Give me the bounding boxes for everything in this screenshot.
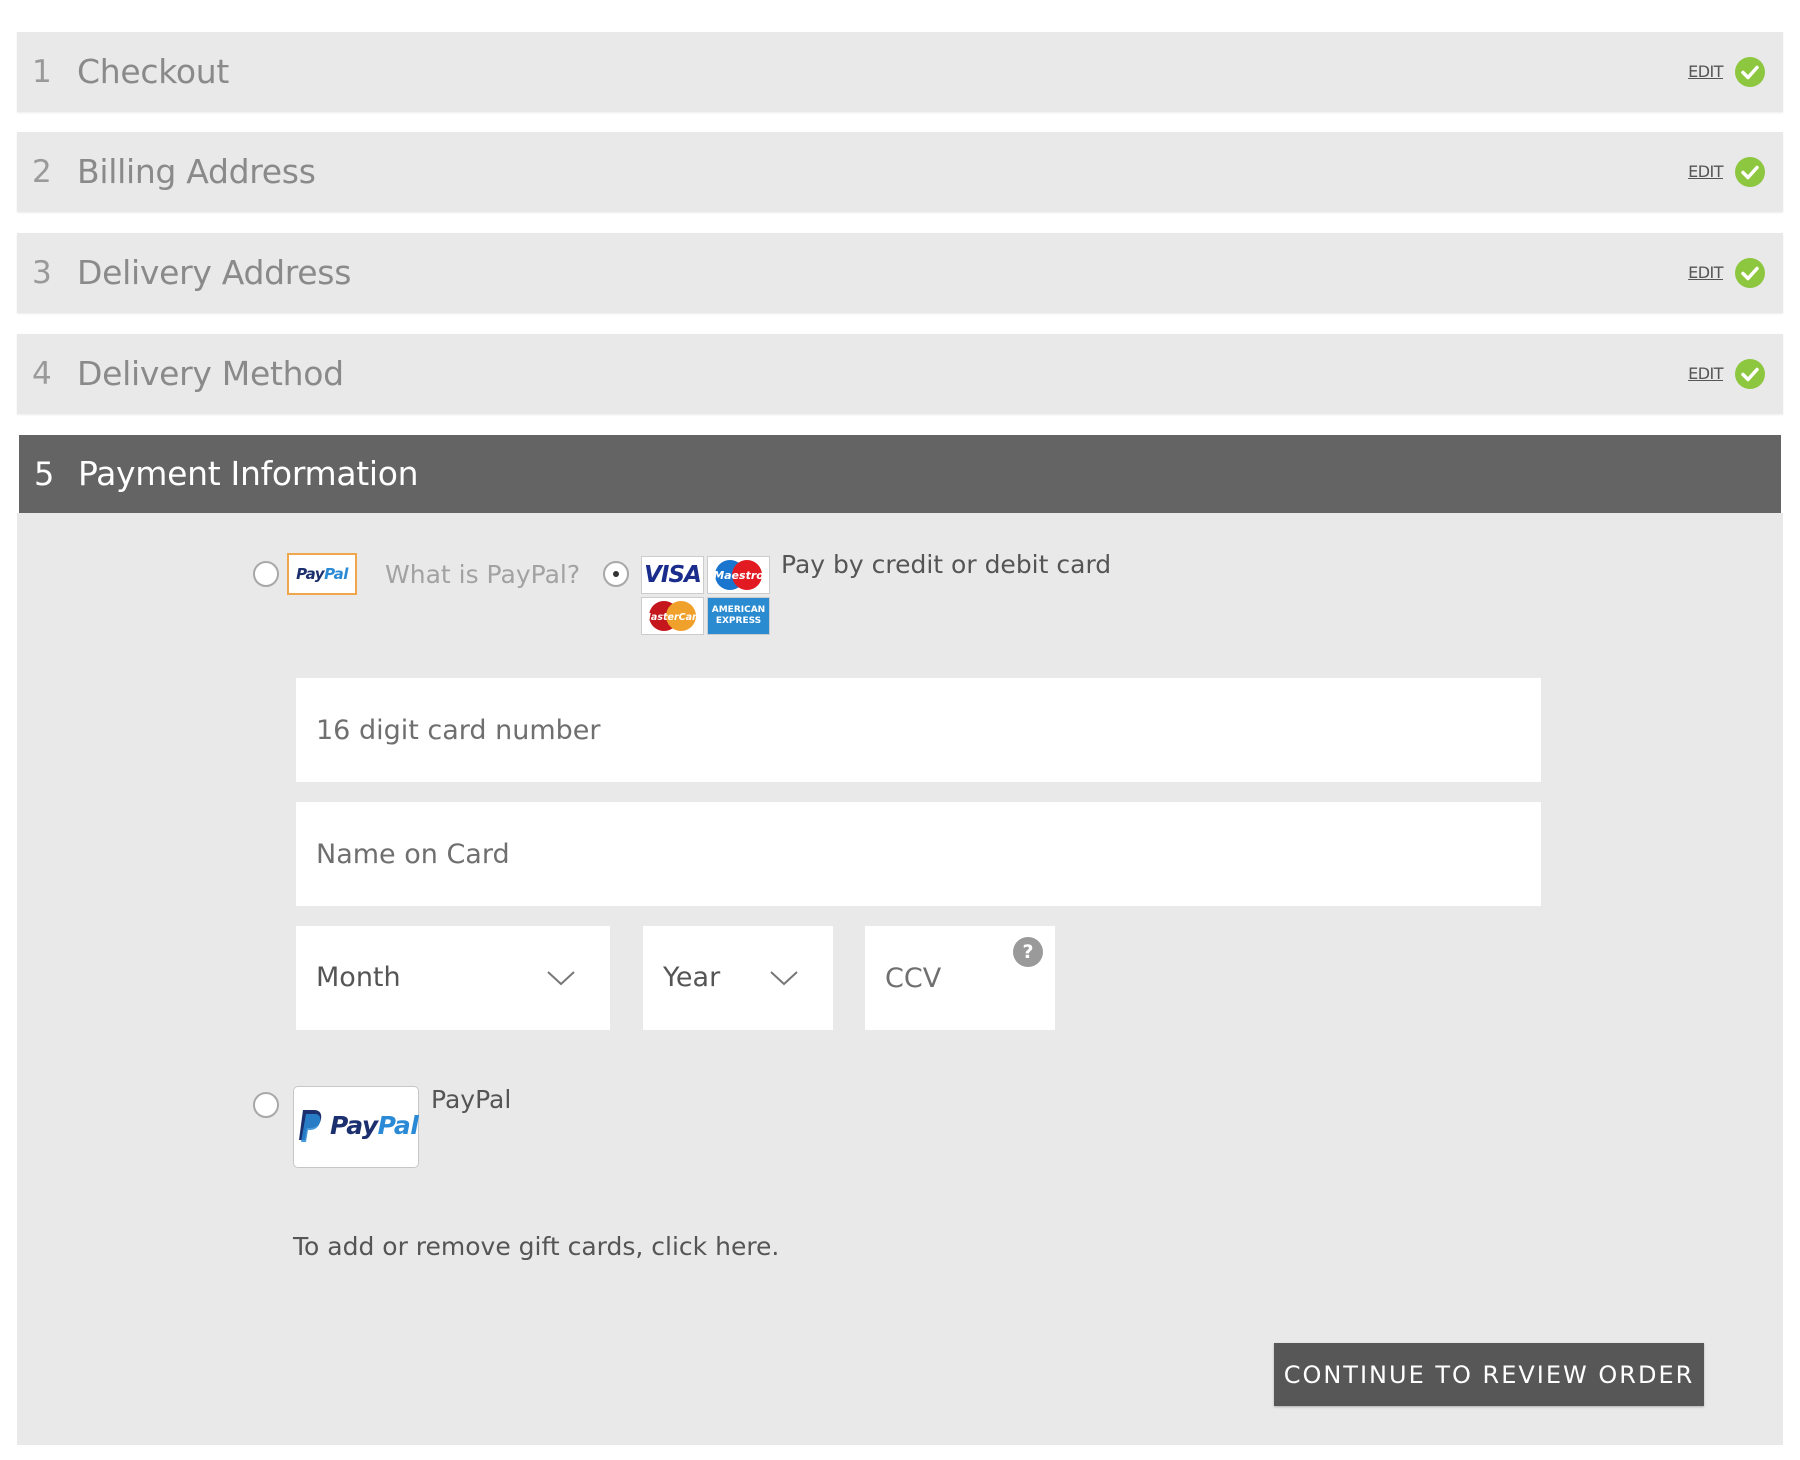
check-circle-icon [1735, 359, 1765, 389]
paypal-badge-pay: Pay [296, 565, 325, 583]
paypal-p-icon [299, 1110, 322, 1142]
step-title: Payment Information [78, 454, 419, 493]
month-select[interactable]: Month [296, 926, 610, 1030]
name-on-card-input[interactable] [296, 802, 1541, 906]
paypal-logo: PayPal [293, 1086, 419, 1168]
paypal-logo-pay: Pay [330, 1111, 378, 1140]
edit-checkout-link[interactable]: EDIT [1688, 32, 1723, 112]
check-circle-icon [1735, 57, 1765, 87]
paypal-express-radio[interactable] [253, 561, 279, 587]
year-select[interactable]: Year [643, 926, 833, 1030]
name-on-card-field[interactable] [296, 802, 1541, 906]
step-title: Delivery Address [77, 253, 352, 292]
continue-to-review-order-button[interactable]: CONTINUE TO REVIEW ORDER [1274, 1343, 1704, 1406]
step-number: 5 [34, 455, 55, 493]
what-is-paypal-link[interactable]: What is PayPal? [385, 560, 580, 589]
step-number: 1 [32, 54, 52, 90]
amex-line1: AMERICAN [711, 605, 766, 615]
step-title: Checkout [77, 52, 229, 91]
step-billing-address: 2 Billing Address EDIT [17, 132, 1783, 212]
amex-logo: AMERICAN EXPRESS [707, 597, 770, 635]
visa-logo: VISA [641, 556, 704, 594]
step-delivery-method: 4 Delivery Method EDIT [17, 334, 1783, 414]
check-circle-icon [1735, 258, 1765, 288]
paypal-badge-pal: Pal [324, 565, 348, 583]
step-number: 3 [32, 255, 52, 291]
paypal-logo-pal: Pal [377, 1111, 419, 1140]
step-checkout: 1 Checkout EDIT [17, 32, 1783, 112]
month-select-value: Month [316, 962, 401, 993]
chevron-down-icon [547, 971, 575, 986]
credit-card-radio[interactable] [603, 561, 629, 587]
maestro-logo: Maestro [707, 556, 770, 594]
paypal-radio[interactable] [253, 1092, 279, 1118]
paypal-option-label: PayPal [431, 1085, 512, 1114]
amex-line2: EXPRESS [715, 616, 762, 626]
chevron-down-icon [770, 971, 798, 986]
edit-delivery-method-link[interactable]: EDIT [1688, 334, 1723, 414]
check-circle-icon [1735, 157, 1765, 187]
edit-billing-address-link[interactable]: EDIT [1688, 132, 1723, 212]
step-number: 4 [32, 356, 52, 392]
year-select-value: Year [663, 962, 721, 993]
card-number-input[interactable] [296, 678, 1541, 782]
mastercard-logo: MasterCard [641, 597, 704, 635]
edit-delivery-address-link[interactable]: EDIT [1688, 233, 1723, 313]
step-payment-information-header: 5 Payment Information [19, 435, 1781, 513]
step-number: 2 [32, 154, 52, 190]
paypal-badge-logo: PayPal [287, 553, 357, 595]
step-title: Delivery Method [77, 354, 344, 393]
maestro-logo-text: Maestro [713, 569, 764, 582]
gift-cards-link[interactable]: To add or remove gift cards, click here. [293, 1232, 779, 1261]
mastercard-logo-text: MasterCard [642, 612, 703, 623]
card-number-field[interactable] [296, 678, 1541, 782]
step-title: Billing Address [77, 152, 316, 191]
step-delivery-address: 3 Delivery Address EDIT [17, 233, 1783, 313]
ccv-help-icon[interactable]: ? [1013, 937, 1043, 967]
card-option-label: Pay by credit or debit card [781, 550, 1112, 579]
